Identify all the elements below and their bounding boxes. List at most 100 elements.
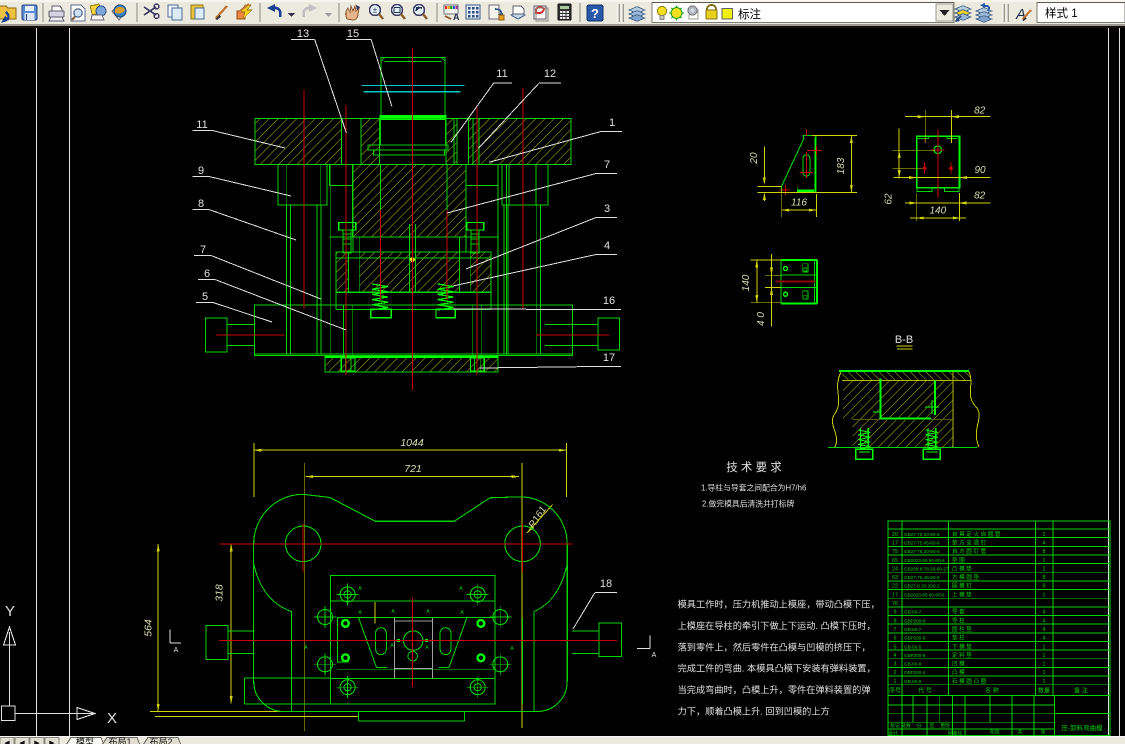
svg-text:完成工件的弯曲. 本模具凸模下安装有弹料装置，: 完成工件的弯曲. 本模具凸模下安装有弹料装置， [678,663,876,674]
svg-text:当完成弯曲时，凸模上升，零件在弹料装置的弹: 当完成弯曲时，凸模上升，零件在弹料装置的弹 [678,684,871,695]
svg-text:9: 9 [894,610,897,616]
svg-text:20: 20 [892,532,898,538]
svg-text:◀: ◀ [4,740,10,744]
svg-text:张: 张 [1041,729,1046,736]
svg-text:数量: 数量 [1038,686,1050,694]
svg-text:凸 模 垫: 凸 模 垫 [952,564,972,572]
svg-text:13: 13 [297,28,309,40]
svg-text:GB27-78 20-60-8: GB27-78 20-60-8 [904,549,940,554]
svg-text:140: 140 [929,206,946,217]
svg-text:样式 1: 样式 1 [1045,6,1078,20]
svg-text:7: 7 [200,244,206,256]
svg-text:17: 17 [892,592,898,598]
svg-text:4: 4 [1043,540,1046,546]
svg-text:1: 1 [894,679,897,685]
svg-text:模具工作时，压力机推动上模座，带动凸模下压，: 模具工作时，压力机推动上模座，带动凸模下压， [678,599,880,610]
svg-text:B-B: B-B [895,334,913,346]
svg-text:导 套: 导 套 [952,608,965,616]
svg-text:63: 63 [892,575,898,581]
svg-text:更改: 更改 [940,722,950,729]
svg-text:65: 65 [892,558,898,564]
svg-text:9: 9 [198,165,204,177]
svg-text:1: 1 [1043,679,1046,685]
svg-text:6: 6 [894,636,897,642]
svg-text:140: 140 [741,274,752,291]
svg-text:标记: 标记 [890,722,900,729]
svg-text:1044: 1044 [400,437,424,449]
svg-text:4 0: 4 0 [756,312,767,326]
svg-text:90: 90 [974,165,986,176]
svg-text:Y: Y [5,603,15,620]
svg-text:17: 17 [603,352,615,364]
svg-text:4: 4 [1043,636,1046,642]
svg-text:82: 82 [974,191,986,202]
svg-text:8: 8 [198,198,204,210]
svg-text:标准化: 标准化 [948,730,963,737]
svg-text:GB27-75 46-60-8: GB27-75 46-60-8 [904,575,940,580]
svg-text:GB27-76 20-60-8: GB27-76 20-60-8 [904,532,940,537]
svg-text:方 模 圆 垫: 方 模 圆 垫 [952,573,979,581]
svg-text:8: 8 [894,618,897,624]
svg-text:代 号: 代 号 [918,686,932,694]
svg-text:22: 22 [892,584,898,590]
svg-text:导 柱: 导 柱 [952,616,965,624]
svg-text:模型: 模型 [76,737,94,744]
svg-text:GB-60-8: GB-60-8 [904,679,922,684]
svg-text:A: A [174,647,179,654]
svg-text:落到零件上，然后零件在凸模与凹模的挤压下，: 落到零件上，然后零件在凸模与凹模的挤压下， [678,641,871,652]
svg-text:1: 1 [1043,653,1046,659]
svg-text:1: 1 [1043,670,1046,676]
svg-text:布局1: 布局1 [108,736,131,744]
svg-text:凹 模: 凹 模 [952,660,965,668]
svg-text:2: 2 [1043,532,1046,538]
svg-text:62: 62 [884,193,895,205]
svg-text:1: 1 [1043,558,1046,564]
svg-text:2: 2 [894,670,897,676]
svg-text:18: 18 [600,578,612,590]
svg-text:1: 1 [1043,644,1046,650]
svg-text:4: 4 [1043,610,1046,616]
svg-text:设计: 设计 [888,730,898,737]
svg-text:1: 1 [1043,662,1046,668]
svg-text:压-卸料弯曲模: 压-卸料弯曲模 [1061,723,1103,732]
svg-text:A: A [1015,6,1026,23]
svg-text:4: 4 [604,240,610,252]
svg-text:GB-60-8: GB-60-8 [904,662,922,667]
svg-text:自 方 圆 钉 管: 自 方 圆 钉 管 [952,547,987,555]
svg-text:凸 模: 凸 模 [952,668,965,676]
svg-text:上模座在导柱的牵引下做上下运动. 凸模下压时，: 上模座在导柱的牵引下做上下运动. 凸模下压时， [678,620,876,631]
svg-text:GB2023-65 60-60-8: GB2023-65 60-60-8 [904,558,945,563]
svg-text:82: 82 [974,106,986,117]
svg-text:16: 16 [603,295,615,307]
svg-text:3: 3 [604,203,610,215]
svg-text:GB27-8 20-200-2: GB27-8 20-200-2 [904,584,940,589]
svg-text:2.做完模具后清洗并打标牌: 2.做完模具后清洗并打标牌 [702,499,794,509]
svg-text:6: 6 [204,268,210,280]
svg-text:标注: 标注 [738,7,761,21]
svg-text:◀: ◀ [19,740,25,744]
svg-text:4: 4 [1043,627,1046,633]
svg-text:3: 3 [894,662,897,668]
svg-text:垫 方 支 退 钉: 垫 方 支 退 钉 [952,538,987,546]
svg-text:▶: ▶ [34,740,40,744]
svg-text:垫 圈: 垫 圈 [952,556,965,564]
svg-text:阶段: 阶段 [990,729,1000,736]
svg-text:76: 76 [892,601,898,607]
svg-text:5: 5 [202,291,208,303]
svg-text:石 模 圆 凸 圈: 石 模 圆 凸 圈 [952,677,987,685]
svg-text:序号: 序号 [889,686,901,694]
svg-text:区: 区 [930,723,935,729]
svg-text:处数: 处数 [901,722,911,729]
svg-text:共: 共 [1018,729,1023,736]
svg-text:?: ? [591,6,599,21]
svg-text:GB2023-65 60-60-8: GB2023-65 60-60-8 [904,592,945,597]
svg-text:布局2: 布局2 [149,736,172,744]
svg-text:15: 15 [347,28,359,40]
svg-text:1: 1 [1043,592,1046,598]
svg-text:4: 4 [894,653,897,659]
svg-text:17: 17 [892,540,898,546]
svg-text:5: 5 [894,644,897,650]
svg-text:GB-60-5: GB-60-5 [904,644,922,649]
svg-text:上 模 垫: 上 模 垫 [952,590,972,598]
svg-text:GBP200-8: GBP200-8 [904,653,926,658]
